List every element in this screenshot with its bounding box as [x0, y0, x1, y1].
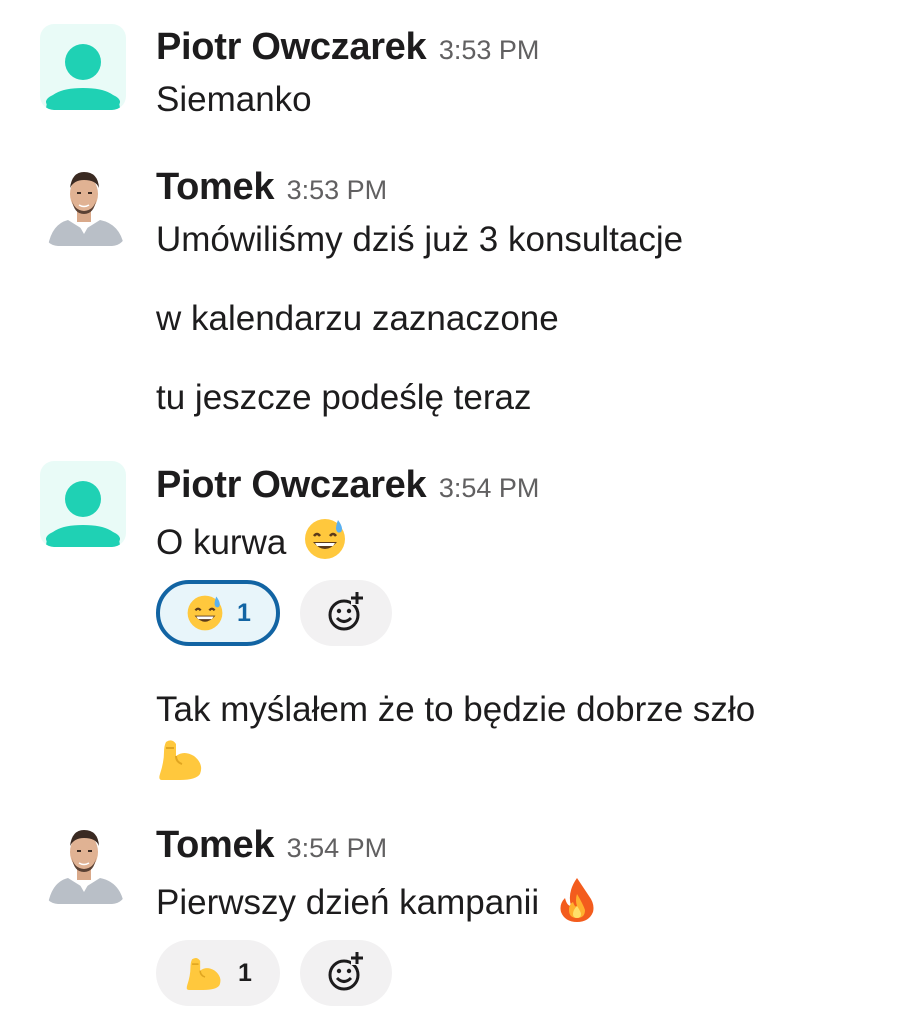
user-avatar[interactable]: [44, 164, 126, 246]
profile-photo: [48, 172, 124, 246]
add-reaction-button[interactable]: [300, 940, 392, 1006]
add-reaction-icon: [328, 952, 363, 991]
message-text-content: Pierwszy dzień kampanii: [156, 883, 540, 922]
author-name[interactable]: Piotr Owczarek: [156, 26, 427, 68]
reaction-count: 1: [237, 598, 251, 627]
flexed-biceps-emoji: [186, 957, 221, 990]
profile-photo: [48, 830, 124, 904]
message-text: Umówiliśmy dziś już 3 konsultacje: [156, 220, 684, 259]
message-text-content: O kurwa: [156, 523, 287, 562]
user-avatar[interactable]: [40, 24, 126, 110]
message-timestamp[interactable]: 3:54 PM: [439, 473, 540, 503]
author-name[interactable]: Tomek: [156, 166, 274, 208]
message-timestamp[interactable]: 3:53 PM: [439, 35, 540, 65]
message-text: Siemanko: [156, 80, 312, 119]
message-text: tu jeszcze podeślę teraz: [156, 378, 532, 417]
message-timestamp[interactable]: 3:54 PM: [287, 833, 388, 863]
user-avatar[interactable]: [40, 461, 126, 547]
message-timestamp[interactable]: 3:53 PM: [287, 175, 388, 205]
add-reaction-icon: [328, 592, 363, 631]
message-text: w kalendarzu zaznaczone: [156, 299, 559, 338]
user-avatar[interactable]: [44, 822, 126, 904]
author-name[interactable]: Piotr Owczarek: [156, 464, 427, 506]
message-text: Pierwszy dzień kampanii: [156, 876, 599, 925]
reaction-pill[interactable]: 1: [156, 580, 280, 646]
generic-user-icon: [46, 44, 120, 110]
sweat-smile-emoji: [305, 519, 346, 559]
message-text: O kurwa: [156, 516, 348, 565]
reaction-pill[interactable]: 1: [156, 940, 280, 1006]
flexed-biceps-emoji: [156, 736, 208, 787]
sweat-smile-emoji: [187, 595, 223, 631]
reaction-count: 1: [238, 958, 252, 987]
add-reaction-button[interactable]: [300, 580, 392, 646]
fire-emoji: [560, 878, 594, 922]
message-text: Tak myślałem że to będzie dobrze szło: [156, 690, 756, 729]
author-name[interactable]: Tomek: [156, 824, 274, 866]
generic-user-icon: [46, 481, 120, 547]
